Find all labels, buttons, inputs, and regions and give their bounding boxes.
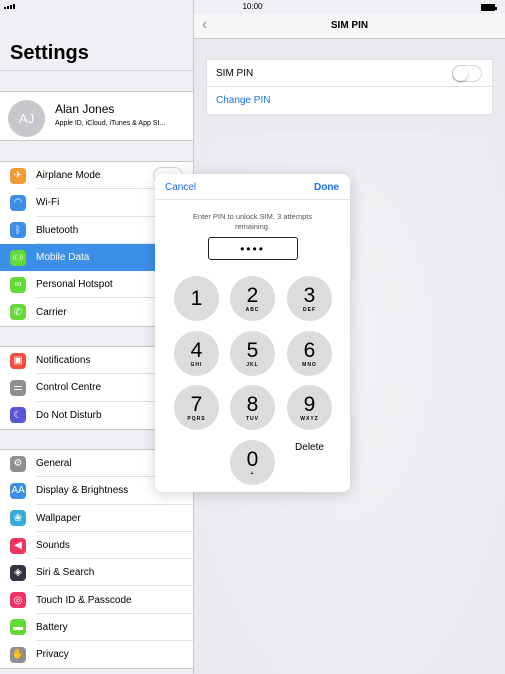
key-letters: WXYZ (300, 415, 319, 422)
change-pin-row[interactable]: Change PIN (207, 87, 492, 114)
bluetooth-icon: ᛒ (10, 222, 26, 239)
sidebar-item-battery[interactable]: ▬ Battery (0, 614, 193, 642)
key-letters: PQRS (187, 415, 206, 422)
status-time: 10:00 (242, 2, 263, 11)
key-7[interactable]: 7 PQRS (174, 385, 219, 430)
navigation-bar: ‹ SIM PIN (194, 14, 505, 39)
sidebar-item-label: Personal Hotspot (36, 279, 113, 291)
key-letters: GHI (190, 361, 203, 368)
key-9[interactable]: 9 WXYZ (287, 385, 332, 430)
sidebar-item-label: Bluetooth (36, 224, 79, 236)
key-6[interactable]: 6 MNO (287, 331, 332, 376)
fingerprint-icon: ◎ (10, 592, 26, 609)
sidebar-item-label: General (36, 458, 72, 470)
control-centre-icon: ⚌ (10, 379, 26, 396)
sidebar-item-label: Display & Brightness (36, 485, 129, 497)
avatar: AJ (8, 100, 45, 137)
sim-pin-label: SIM PIN (216, 67, 254, 79)
key-2[interactable]: 2 ABC (230, 276, 275, 321)
sidebar-item-label: Sounds (36, 540, 70, 552)
status-bar: 10:00 (0, 0, 505, 14)
key-8[interactable]: 8 TUV (230, 385, 275, 430)
battery-icon: ▬ (10, 619, 26, 636)
key-4[interactable]: 4 GHI (174, 331, 219, 376)
key-letters: MNO (302, 361, 317, 368)
siri-icon: ◈ (10, 564, 26, 581)
gear-icon: ⚙ (10, 455, 26, 472)
pin-input[interactable]: •••• (207, 237, 298, 260)
pin-dialog: Cancel Done Enter PIN to unlock SIM. 3 a… (155, 174, 350, 492)
divider (0, 70, 193, 71)
key-letters: JKL (246, 361, 259, 368)
key-5[interactable]: 5 JKL (230, 331, 275, 376)
sidebar-item-label: Wi-Fi (36, 197, 60, 209)
sim-settings-group: SIM PIN Change PIN (206, 59, 493, 115)
profile-row[interactable]: AJ Alan Jones Apple ID, iCloud, iTunes &… (0, 91, 193, 141)
key-digit: 8 (246, 392, 259, 416)
sim-pin-row: SIM PIN (207, 60, 492, 87)
sim-pin-toggle[interactable] (452, 65, 482, 82)
speaker-icon: ◀ (10, 537, 26, 554)
key-digit: 4 (190, 338, 203, 362)
sidebar-item-label: Mobile Data (36, 252, 90, 264)
sidebar-item-label: Airplane Mode (36, 170, 101, 182)
sidebar-item-privacy[interactable]: ✋ Privacy (0, 641, 193, 668)
antenna-icon: ((·)) (10, 249, 26, 266)
sidebar-item-wallpaper[interactable]: ❀ Wallpaper (0, 505, 193, 533)
sidebar-item-label: Wallpaper (36, 512, 81, 524)
sidebar-item-touch-id-passcode[interactable]: ◎ Touch ID & Passcode (0, 586, 193, 615)
key-digit: 7 (190, 392, 203, 416)
wifi-icon: ◠ (10, 194, 26, 211)
cancel-button[interactable]: Cancel (165, 182, 196, 193)
sidebar-item-label: Privacy (36, 649, 69, 661)
dialog-toolbar: Cancel Done (155, 174, 350, 200)
key-digit: 5 (246, 338, 259, 362)
key-letters: + (250, 470, 255, 477)
change-pin-link[interactable]: Change PIN (216, 95, 270, 106)
sidebar-item-label: Notifications (36, 355, 91, 367)
page-title: Settings (10, 42, 89, 64)
display-icon: AA (10, 482, 26, 499)
battery-status-icon (481, 4, 497, 11)
profile-name: Alan Jones (55, 102, 115, 116)
sidebar-item-label: Siri & Search (36, 567, 95, 579)
hotspot-icon: ∞ (10, 276, 26, 293)
done-button[interactable]: Done (314, 182, 339, 193)
key-digit: 9 (303, 392, 316, 416)
sidebar-item-label: Do Not Disturb (36, 409, 102, 421)
moon-icon: ☾ (10, 407, 26, 424)
key-digit: 0 (246, 447, 259, 471)
key-digit: 3 (303, 283, 316, 307)
key-letters: DEF (303, 306, 316, 313)
airplane-icon: ✈ (10, 167, 26, 184)
sidebar-item-label: Control Centre (36, 382, 102, 394)
sidebar-item-label: Battery (36, 621, 68, 633)
nav-title: SIM PIN (330, 20, 369, 31)
sidebar-item-siri-search[interactable]: ◈ Siri & Search (0, 559, 193, 587)
hand-icon: ✋ (10, 646, 26, 663)
phone-icon: ✆ (10, 304, 26, 321)
key-letters: TUV (246, 415, 259, 422)
key-letters: ABC (245, 306, 260, 313)
pin-prompt: Enter PIN to unlock SIM. 3 attempts rema… (192, 212, 313, 231)
key-0[interactable]: 0 + (230, 440, 275, 485)
key-3[interactable]: 3 DEF (287, 276, 332, 321)
key-digit: 1 (190, 287, 203, 310)
key-digit: 2 (246, 283, 259, 307)
key-1[interactable]: 1 (174, 276, 219, 321)
sidebar-item-label: Carrier (36, 306, 67, 318)
key-digit: 6 (303, 338, 316, 362)
profile-subtitle: Apple ID, iCloud, iTunes & App St... (55, 120, 166, 127)
wallpaper-icon: ❀ (10, 510, 26, 527)
notifications-icon: ▣ (10, 352, 26, 369)
delete-button[interactable]: Delete (287, 442, 332, 453)
sidebar-item-sounds[interactable]: ◀ Sounds (0, 532, 193, 560)
sidebar-item-label: Touch ID & Passcode (36, 594, 132, 606)
